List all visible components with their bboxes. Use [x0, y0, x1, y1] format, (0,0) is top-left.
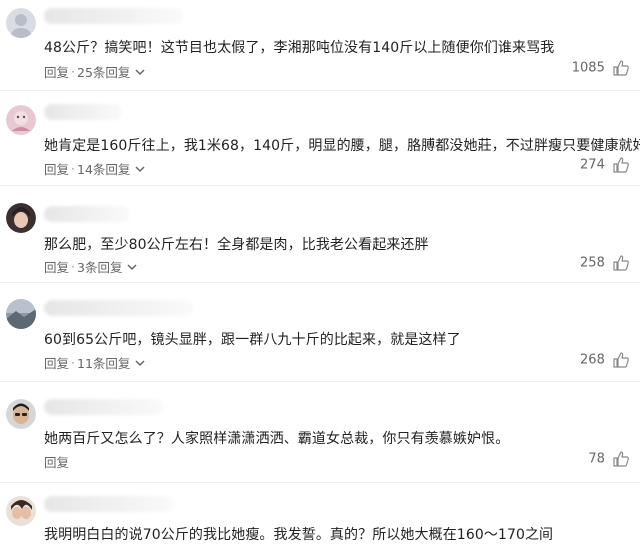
comment-item: 60到65公斤吧，镜头显胖，跟一群八九十斤的比起来，就是这样了 回复 · 11条回复… [0, 283, 640, 381]
comment-item: 我明明白白的说70公斤的我比她瘦。我发誓。真的？所以她大概在160～170之间 [0, 483, 640, 550]
comment-text: 48公斤？搞笑吧！这节目也太假了，李湘那吨位没有140斤以上随便你们谁来骂我 [44, 40, 555, 56]
comment-actions: 回复 · 14条回复 [44, 159, 146, 178]
reply-button[interactable]: 回复 [44, 260, 69, 275]
username-blurred[interactable] [44, 8, 184, 24]
like-count: 78 [588, 451, 605, 467]
thumbs-up-icon[interactable] [612, 450, 630, 468]
avatar[interactable] [6, 105, 36, 135]
comment-actions: 回复 · 11条回复 [44, 353, 146, 372]
avatar[interactable] [6, 299, 36, 329]
comment-text: 她两百斤又怎么了？人家照样潇潇洒洒、霸道女总裁，你只有羡慕嫉妒恨。 [44, 431, 510, 447]
comment-actions: 回复 · 25条回复 [44, 62, 146, 81]
thumbs-up-icon[interactable] [612, 254, 630, 272]
reply-button[interactable]: 回复 [44, 162, 69, 177]
avatar[interactable] [6, 496, 36, 526]
comment-item: 她两百斤又怎么了？人家照样潇潇洒洒、霸道女总裁，你只有羡慕嫉妒恨。 回复 78 [0, 382, 640, 482]
comment-text: 60到65公斤吧，镜头显胖，跟一群八九十斤的比起来，就是这样了 [44, 332, 461, 348]
comment-item: 她肯定是160斤往上，我1米68，140斤，明显的腰，腿，胳膊都没她莊，不过胖瘦… [0, 91, 640, 185]
reply-count-link[interactable]: 14条回复 [77, 162, 130, 177]
comment-text: 那么肥，至少80公斤左右！全身都是肉，比我老公看起来还胖 [44, 237, 429, 253]
chevron-down-icon[interactable] [134, 66, 146, 78]
avatar[interactable] [6, 399, 36, 429]
username-blurred[interactable] [44, 206, 130, 222]
like-count: 274 [580, 157, 605, 173]
avatar[interactable] [6, 8, 36, 38]
username-blurred[interactable] [44, 300, 194, 316]
like-count: 1085 [571, 60, 605, 76]
comment-actions: 回复 [44, 452, 69, 471]
avatar[interactable] [6, 203, 36, 233]
reply-button[interactable]: 回复 [44, 455, 69, 470]
like-control[interactable]: 258 [580, 254, 630, 272]
username-blurred[interactable] [44, 104, 122, 120]
comment-text: 她肯定是160斤往上，我1米68，140斤，明显的腰，腿，胳膊都没她莊，不过胖瘦… [44, 138, 640, 154]
reply-count-link[interactable]: 11条回复 [77, 356, 130, 371]
thumbs-up-icon[interactable] [612, 156, 630, 174]
chevron-down-icon[interactable] [134, 357, 146, 369]
chevron-down-icon[interactable] [134, 163, 146, 175]
reply-button[interactable]: 回复 [44, 356, 69, 371]
thumbs-up-icon[interactable] [612, 351, 630, 369]
reply-count-link[interactable]: 3条回复 [77, 260, 122, 275]
reply-count-link[interactable]: 25条回复 [77, 65, 130, 80]
reply-button[interactable]: 回复 [44, 65, 69, 80]
like-control[interactable]: 274 [580, 156, 630, 174]
chevron-down-icon[interactable] [126, 261, 138, 273]
like-count: 268 [580, 352, 605, 368]
like-count: 258 [580, 255, 605, 271]
comment-actions: 回复 · 3条回复 [44, 257, 138, 276]
comment-item: 那么肥，至少80公斤左右！全身都是肉，比我老公看起来还胖 回复 · 3条回复 258 [0, 186, 640, 282]
thumbs-up-icon[interactable] [612, 59, 630, 77]
username-blurred[interactable] [44, 496, 174, 512]
username-blurred[interactable] [44, 399, 164, 415]
like-control[interactable]: 78 [588, 450, 630, 468]
like-control[interactable]: 1085 [572, 59, 630, 77]
like-control[interactable]: 268 [580, 351, 630, 369]
comment-item: 48公斤？搞笑吧！这节目也太假了，李湘那吨位没有140斤以上随便你们谁来骂我 回… [0, 0, 640, 90]
comment-text: 我明明白白的说70公斤的我比她瘦。我发誓。真的？所以她大概在160～170之间 [44, 527, 554, 543]
